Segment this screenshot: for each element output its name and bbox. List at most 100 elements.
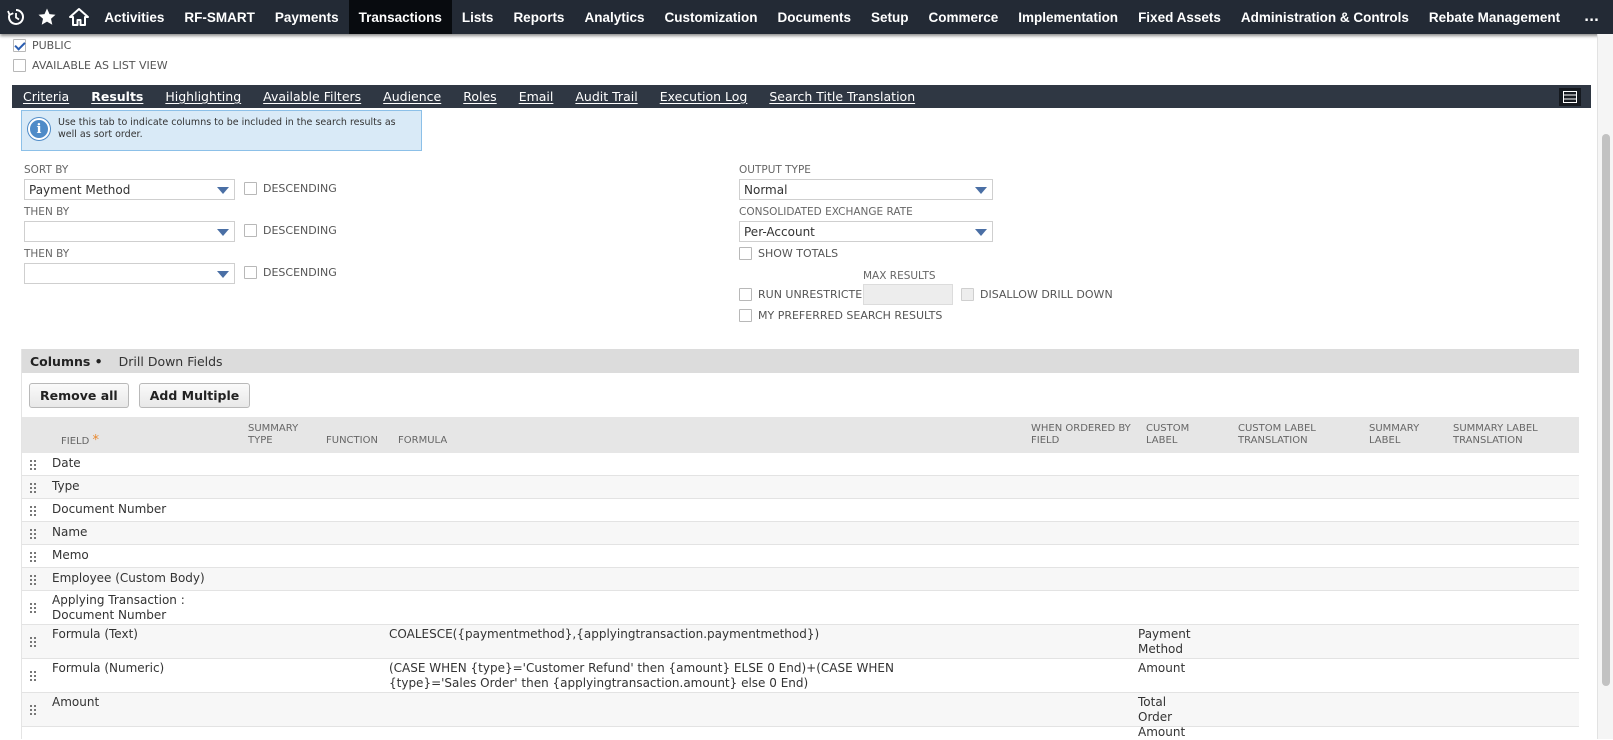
table-row[interactable]: Document Number [22,499,1579,522]
formula-cell: COALESCE({paymentmethod},{applyingtransa… [389,627,820,641]
tab-audience[interactable]: Audience [372,89,452,104]
nav-transactions[interactable]: Transactions [348,0,452,34]
show-totals-checkbox[interactable] [739,247,752,260]
tab-execution-log[interactable]: Execution Log [649,89,759,104]
drag-handle-icon[interactable] [30,483,38,493]
sort-by-value: Payment Method [29,182,131,197]
header-summary-type: SUMMARY TYPE [248,423,299,446]
formula-cell: (CASE WHEN {type}='Customer Refund' then… [389,661,894,690]
field-cell: Formula (Numeric) [52,661,165,675]
tab-criteria[interactable]: Criteria [12,89,80,104]
preferred-results-checkbox[interactable] [739,309,752,322]
custom-label-cell: Amount [1138,661,1186,675]
add-multiple-button[interactable]: Add Multiple [138,382,251,408]
nav-fixed-assets[interactable]: Fixed Assets [1128,0,1231,34]
drag-handle-icon[interactable] [30,603,38,613]
drag-handle-icon[interactable] [30,460,38,470]
header-summary-label: SUMMARY LABEL [1369,423,1420,446]
output-type-value: Normal [744,182,788,197]
nav-administration-controls[interactable]: Administration & Controls [1231,0,1419,34]
show-totals-row: SHOW TOTALS [739,247,838,260]
table-row[interactable]: Formula (Text) COALESCE({paymentmethod},… [22,625,1579,659]
table-row[interactable]: Applying Transaction : Document Number [22,591,1579,625]
table-row[interactable]: Employee (Custom Body) [22,568,1579,591]
preferred-results-row: MY PREFERRED SEARCH RESULTS [739,309,942,322]
table-row[interactable]: Type [22,476,1579,499]
nav-implementation[interactable]: Implementation [1008,0,1128,34]
top-navigation: Activities RF-SMART Payments Transaction… [0,0,1613,34]
recent-records-icon[interactable] [0,0,31,34]
table-row[interactable]: Name [22,522,1579,545]
then-by-label-1: THEN BY [24,206,70,218]
view-toggle-icon[interactable] [1559,87,1581,106]
nav-customization[interactable]: Customization [654,0,767,34]
tab-available-filters[interactable]: Available Filters [252,89,372,104]
show-totals-label: SHOW TOTALS [758,247,839,260]
tab-drill-down-fields[interactable]: Drill Down Fields [119,354,239,369]
nav-rebate-management[interactable]: Rebate Management [1419,0,1570,34]
nav-payments[interactable]: Payments [265,0,349,34]
chevron-down-icon [217,271,229,278]
nav-more-button[interactable]: ... [1570,0,1613,34]
nav-analytics[interactable]: Analytics [574,0,654,34]
vertical-scrollbar[interactable] [1597,34,1613,739]
tab-search-title-translation[interactable]: Search Title Translation [758,89,926,104]
drag-handle-icon[interactable] [30,637,38,647]
field-cell: Employee (Custom Body) [52,571,205,585]
nav-rf-smart[interactable]: RF-SMART [174,0,265,34]
tab-roles[interactable]: Roles [452,89,507,104]
nav-commerce[interactable]: Commerce [919,0,1009,34]
max-results-input[interactable] [863,284,953,305]
public-checkbox[interactable] [13,39,26,52]
run-unrestricted-label: RUN UNRESTRICTED [758,288,871,301]
nav-lists[interactable]: Lists [452,0,504,34]
star-icon[interactable] [31,0,62,34]
table-row[interactable]: Amount Total Order Amount [22,693,1579,739]
descending-row-1: DESCENDING [244,182,337,195]
drag-handle-icon[interactable] [30,671,38,681]
tab-columns[interactable]: Columns • [30,354,119,369]
drag-handle-icon[interactable] [30,575,38,585]
drag-handle-icon[interactable] [30,529,38,539]
remove-all-button[interactable]: Remove all [29,382,129,408]
drag-handle-icon[interactable] [30,552,38,562]
field-cell: Document Number [52,502,167,516]
descending-checkbox-3[interactable] [244,266,257,279]
field-cell: Date [52,456,81,470]
run-unrestricted-checkbox[interactable] [739,288,752,301]
descending-checkbox-2[interactable] [244,224,257,237]
table-row[interactable]: Date [22,453,1579,476]
custom-label-cell: Payment Method [1138,627,1191,656]
header-summary-label-translation: SUMMARY LABEL TRANSLATION [1453,423,1538,446]
chevron-down-icon [217,187,229,194]
exchange-rate-select[interactable]: Per-Account [739,221,993,242]
scrollbar-thumb[interactable] [1602,134,1610,686]
descending-label-1: DESCENDING [263,182,337,195]
columns-grid-header: FIELD * SUMMARY TYPE FUNCTION FORMULA WH… [22,417,1579,453]
table-row[interactable]: Formula (Numeric) (CASE WHEN {type}='Cus… [22,659,1579,693]
descending-checkbox-1[interactable] [244,182,257,195]
output-type-select[interactable]: Normal [739,179,993,200]
disallow-drill-down-checkbox[interactable] [961,288,974,301]
field-cell: Applying Transaction : Document Number [52,593,185,622]
available-as-list-view-checkbox[interactable] [13,59,26,72]
table-row[interactable]: Memo [22,545,1579,568]
drag-handle-icon[interactable] [30,705,38,715]
nav-documents[interactable]: Documents [767,0,861,34]
run-unrestricted-row: RUN UNRESTRICTED [739,288,871,301]
drag-handle-icon[interactable] [30,506,38,516]
tab-highlighting[interactable]: Highlighting [154,89,252,104]
then-by-select-2[interactable] [24,263,235,284]
chevron-down-icon [975,187,987,194]
nav-setup[interactable]: Setup [861,0,919,34]
output-type-label: OUTPUT TYPE [739,164,811,176]
then-by-select-1[interactable] [24,221,235,242]
nav-reports[interactable]: Reports [503,0,574,34]
home-icon[interactable] [63,0,94,34]
tab-audit-trail[interactable]: Audit Trail [564,89,648,104]
nav-activities[interactable]: Activities [94,0,174,34]
header-custom-label-translation: CUSTOM LABEL TRANSLATION [1238,423,1316,446]
tab-results[interactable]: Results [80,89,154,104]
sort-by-select[interactable]: Payment Method [24,179,235,200]
tab-email[interactable]: Email [508,89,565,104]
